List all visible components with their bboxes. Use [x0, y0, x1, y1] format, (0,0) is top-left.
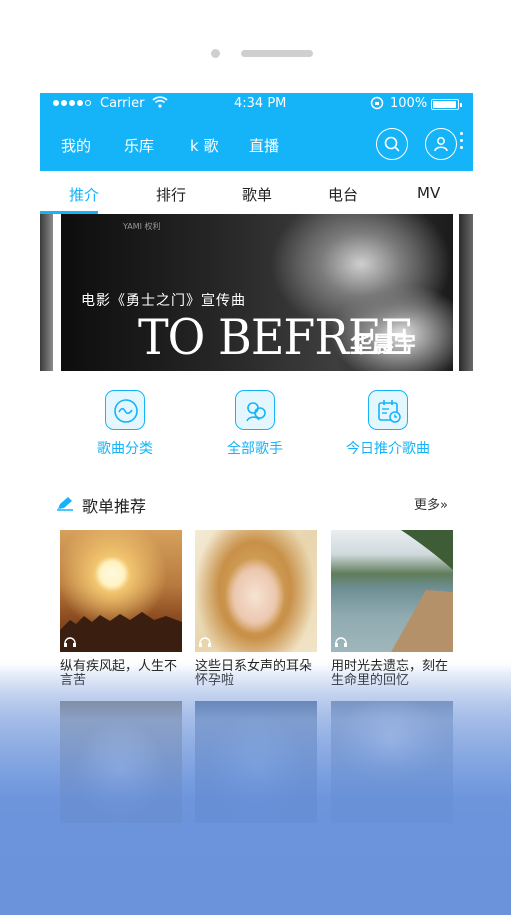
tab-recommend[interactable]: 推介	[69, 184, 99, 205]
singers-icon	[235, 390, 275, 430]
daily-picks-button[interactable]: 今日推介歌曲	[328, 390, 448, 458]
category-tabs: 推介 排行 歌单 电台 MV	[40, 171, 473, 214]
banner-watermark: YAMI 权利	[123, 222, 161, 231]
tab-charts[interactable]: 排行	[156, 184, 186, 205]
song-categories-button[interactable]: 歌曲分类	[65, 390, 185, 458]
search-button[interactable]	[376, 128, 408, 160]
headphones-icon	[335, 637, 347, 647]
status-bar: Carrier 4:34 PM 100%	[40, 93, 473, 115]
waveform-icon	[105, 390, 145, 430]
app-header: Carrier 4:34 PM 100% 我的 乐库 k 歌 直播	[40, 93, 473, 171]
headphones-icon	[199, 637, 211, 647]
playlist-card[interactable]	[195, 701, 317, 823]
tab-mv[interactable]: MV	[417, 184, 440, 202]
double-chevron-icon: »	[440, 498, 448, 513]
battery-percent: 100%	[390, 96, 428, 111]
playlist-card[interactable]	[331, 701, 453, 823]
top-nav: 我的 乐库 k 歌 直播	[40, 115, 473, 171]
signal-icon	[53, 100, 91, 106]
playlist-cover	[60, 701, 182, 823]
nav-item-mine[interactable]: 我的	[61, 135, 91, 156]
tab-playlists[interactable]: 歌单	[242, 184, 272, 205]
speaker-grille	[241, 50, 313, 57]
banner-prev-slide[interactable]	[40, 214, 53, 371]
battery-icon	[431, 99, 462, 110]
phone-screen: Carrier 4:34 PM 100% 我的 乐库 k 歌 直播 推介 排行 …	[40, 93, 473, 915]
playlist-caption: 这些日系女声的耳朵怀孕啦	[195, 659, 313, 688]
playlist-caption: 纵有疾风起，人生不言苦	[60, 659, 178, 688]
playlist-cover	[195, 701, 317, 823]
playlist-card[interactable]: 纵有疾风起，人生不言苦	[60, 530, 182, 688]
headphones-icon	[64, 637, 76, 647]
playlist-cover	[195, 530, 317, 652]
nav-item-karaoke[interactable]: k 歌	[190, 135, 218, 156]
nav-item-library[interactable]: 乐库	[124, 135, 154, 156]
clock: 4:34 PM	[234, 96, 287, 111]
banner-artist: 华晨宇	[350, 333, 417, 358]
playlist-cover	[60, 530, 182, 652]
banner-carousel[interactable]: YAMI 权利 电影《勇士之门》宣传曲 TO BEFREE 华晨宇	[40, 214, 473, 371]
more-menu-icon[interactable]	[460, 132, 464, 153]
calendar-icon	[368, 390, 408, 430]
playlist-card[interactable]: 这些日系女声的耳朵怀孕啦	[195, 530, 317, 688]
quick-link-label: 歌曲分类	[97, 441, 153, 457]
more-link[interactable]: 更多»	[414, 494, 448, 513]
playlist-card[interactable]: 用时光去遗忘，刻在生命里的回忆	[331, 530, 453, 688]
all-singers-button[interactable]: 全部歌手	[195, 390, 315, 458]
user-icon	[434, 137, 448, 152]
banner-next-slide[interactable]	[459, 214, 473, 371]
playlist-cover	[331, 530, 453, 652]
wifi-icon	[152, 96, 168, 112]
playlist-caption: 用时光去遗忘，刻在生命里的回忆	[331, 659, 449, 688]
playlist-section-header: 歌单推荐 更多»	[40, 493, 473, 516]
front-camera	[211, 49, 220, 58]
quick-link-label: 今日推介歌曲	[346, 441, 430, 457]
playlist-card[interactable]	[60, 701, 182, 823]
playlist-cover	[331, 701, 453, 823]
carrier-label: Carrier	[100, 96, 145, 111]
banner-subtitle: 电影《勇士之门》宣传曲	[81, 293, 246, 309]
section-title: 歌单推荐	[82, 497, 147, 516]
profile-button[interactable]	[425, 128, 457, 160]
rotation-lock-icon	[370, 96, 384, 114]
quick-link-label: 全部歌手	[227, 441, 283, 457]
nav-item-live[interactable]: 直播	[249, 135, 279, 156]
more-label: 更多	[414, 498, 441, 513]
pen-icon	[56, 495, 74, 515]
search-icon	[384, 136, 400, 152]
tab-radio[interactable]: 电台	[328, 184, 358, 205]
